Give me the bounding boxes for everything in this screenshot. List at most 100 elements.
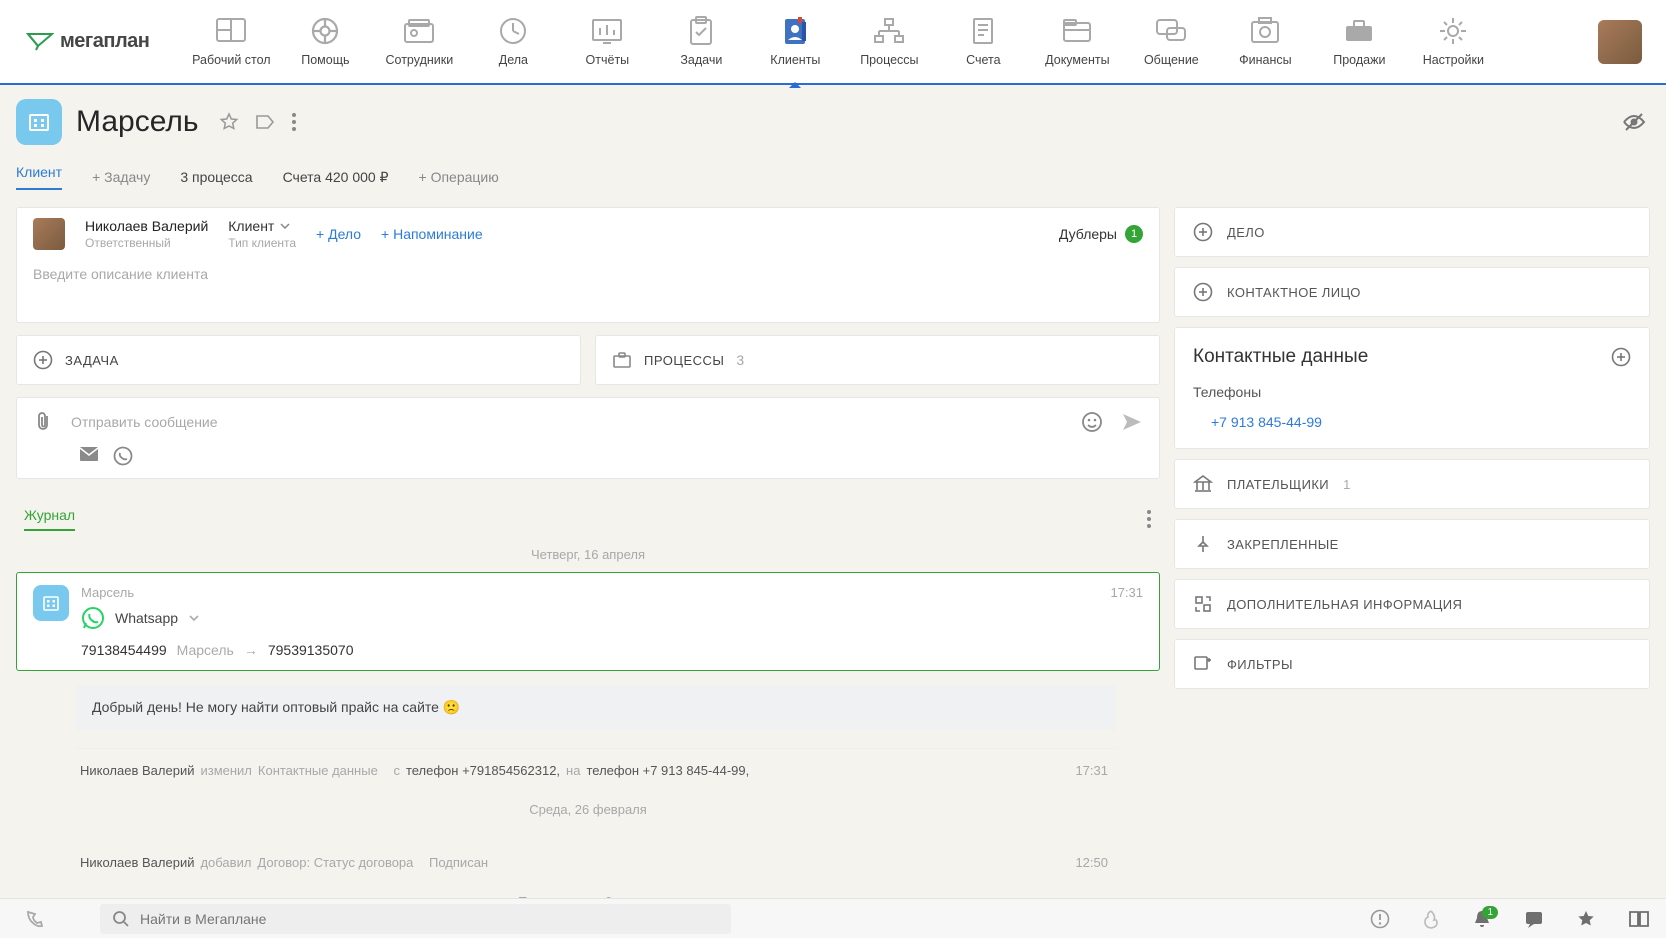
side-extra-info[interactable]: ДОПОЛНИТЕЛЬНАЯ ИНФОРМАЦИЯ — [1174, 579, 1650, 629]
nav-desktop[interactable]: Рабочий стол — [191, 16, 271, 67]
bell-badge: 1 — [1482, 906, 1498, 919]
tab-add-operation[interactable]: + Операцию — [419, 169, 499, 185]
user-avatar[interactable] — [1598, 20, 1642, 64]
nav-documents[interactable]: Документы — [1037, 16, 1117, 67]
log-entry: Николаев Валерий изменил Контактные данн… — [76, 748, 1116, 792]
chat-icon[interactable] — [1524, 909, 1544, 929]
whatsapp-channel-icon[interactable] — [113, 446, 133, 466]
subtab-bar: Клиент + Задачу 3 процесса Счета 420 000… — [0, 159, 1666, 195]
contacts-title: Контактные данные — [1193, 346, 1631, 368]
attach-icon[interactable] — [33, 411, 53, 433]
journal-tab[interactable]: Журнал — [24, 507, 75, 531]
nav-reports[interactable]: Отчёты — [567, 16, 647, 67]
whatsapp-icon — [81, 606, 105, 630]
responsible-card: Николаев Валерий Ответственный Клиент Ти… — [16, 207, 1160, 323]
nav-settings[interactable]: Настройки — [1413, 16, 1493, 67]
side-payers[interactable]: ПЛАТЕЛЬЩИКИ 1 — [1174, 459, 1650, 509]
plus-circle-icon — [1193, 222, 1213, 242]
phone-icon[interactable] — [16, 909, 84, 929]
side-add-contact-person[interactable]: КОНТАКТНОЕ ЛИЦО — [1174, 267, 1650, 317]
add-deal-link[interactable]: + Дело — [316, 226, 361, 242]
processes-card[interactable]: ПРОЦЕССЫ 3 — [595, 335, 1160, 385]
tag-icon[interactable] — [255, 113, 275, 131]
journal-section: Журнал Четверг, 16 апреля Марсель — [16, 491, 1160, 898]
tab-client[interactable]: Клиент — [16, 164, 62, 190]
channel-dropdown[interactable]: Whatsapp — [81, 606, 1098, 630]
journal-more-icon[interactable] — [1146, 509, 1152, 529]
date-separator: Четверг, 16 апреля — [16, 537, 1160, 572]
add-contact-icon[interactable] — [1611, 347, 1631, 367]
page-title: Марсель — [76, 105, 199, 139]
nav-chat[interactable]: Общение — [1131, 16, 1211, 67]
tab-invoices[interactable]: Счета 420 000 ₽ — [283, 169, 389, 186]
log-entry: Николаев Валерий добавил Договор: Статус… — [76, 841, 1116, 884]
tab-add-task[interactable]: + Задачу — [92, 169, 150, 185]
side-add-deal[interactable]: ДЕЛО — [1174, 207, 1650, 257]
tab-processes[interactable]: 3 процесса — [180, 169, 252, 185]
nav-employees[interactable]: Сотрудники — [379, 16, 459, 67]
to-number: 79539135070 — [268, 642, 354, 658]
nav-help[interactable]: Помощь — [285, 16, 365, 67]
nav-finance[interactable]: Финансы — [1225, 16, 1305, 67]
search-icon — [112, 910, 130, 928]
mail-channel-icon[interactable] — [79, 446, 99, 466]
bottom-bar: 1 — [0, 898, 1666, 938]
arrow-right-icon: → — [244, 642, 258, 658]
fire-icon[interactable] — [1422, 909, 1440, 929]
send-icon[interactable] — [1121, 412, 1143, 432]
add-task-card[interactable]: ЗАДАЧА — [16, 335, 581, 385]
duplicates-indicator[interactable]: Дублеры 1 — [1059, 225, 1143, 243]
nav-items: Рабочий стол Помощь Сотрудники Дела Отчё… — [179, 16, 1598, 67]
nav-tasks[interactable]: Задачи — [661, 16, 741, 67]
filter-add-icon — [1193, 654, 1213, 674]
date-separator: Понедельник, 6 января — [16, 884, 1160, 898]
expand-icon — [1193, 594, 1213, 614]
app-logo[interactable]: мегаплан — [26, 30, 149, 53]
client-description-input[interactable]: Введите описание клиента — [17, 260, 1159, 322]
side-pinned[interactable]: ЗАКРЕПЛЕННЫЕ — [1174, 519, 1650, 569]
global-search-input[interactable] — [140, 911, 719, 927]
bell-icon[interactable]: 1 — [1472, 908, 1492, 930]
more-icon[interactable] — [291, 112, 297, 132]
page-header: Марсель — [0, 85, 1666, 159]
global-search[interactable] — [100, 904, 731, 934]
visibility-off-icon[interactable] — [1622, 111, 1646, 133]
alert-icon[interactable] — [1370, 909, 1390, 929]
bank-icon — [1193, 474, 1213, 494]
client-type-dropdown[interactable]: Клиент — [228, 218, 296, 234]
responsible-avatar[interactable] — [33, 218, 65, 250]
duplicates-count: 1 — [1125, 225, 1143, 243]
emoji-icon[interactable] — [1081, 411, 1103, 433]
plus-circle-icon — [33, 350, 53, 370]
contacts-block: Контактные данные Телефоны +7 913 845-44… — [1174, 327, 1650, 449]
message-input[interactable] — [71, 410, 1063, 434]
nav-clients[interactable]: Клиенты — [755, 16, 835, 67]
pin-icon — [1193, 534, 1213, 554]
star-bottom-icon[interactable] — [1576, 909, 1596, 929]
star-icon[interactable] — [219, 112, 239, 132]
plus-circle-icon — [1193, 282, 1213, 302]
from-number: 79138454499 — [81, 642, 167, 658]
side-filters[interactable]: ФИЛЬТРЫ — [1174, 639, 1650, 689]
entry-client-name: Марсель — [81, 585, 1098, 600]
add-reminder-link[interactable]: + Напоминание — [381, 226, 483, 242]
briefcase-icon — [612, 350, 632, 370]
nav-deals[interactable]: Дела — [473, 16, 553, 67]
date-separator: Среда, 26 февраля — [16, 792, 1160, 827]
message-bubble: Добрый день! Не могу найти оптовый прайс… — [76, 685, 1116, 730]
message-composer — [16, 397, 1160, 479]
chevron-down-icon — [188, 614, 200, 622]
whatsapp-entry[interactable]: Марсель Whatsapp 17:31 79138454499 Марсе… — [16, 572, 1160, 671]
responsible-name[interactable]: Николаев Валерий — [85, 218, 208, 234]
building-icon — [33, 585, 69, 621]
client-type-label: Тип клиента — [228, 236, 296, 250]
nav-sales[interactable]: Продажи — [1319, 16, 1399, 67]
top-nav: мегаплан Рабочий стол Помощь Сотрудники … — [0, 0, 1666, 85]
responsible-role-label: Ответственный — [85, 236, 208, 250]
phone-link[interactable]: +7 913 845-44-99 — [1193, 414, 1322, 430]
client-avatar-icon — [16, 99, 62, 145]
brand-text: мегаплан — [60, 30, 149, 53]
nav-processes[interactable]: Процессы — [849, 16, 929, 67]
nav-invoices[interactable]: Счета — [943, 16, 1023, 67]
book-icon[interactable] — [1628, 910, 1650, 928]
